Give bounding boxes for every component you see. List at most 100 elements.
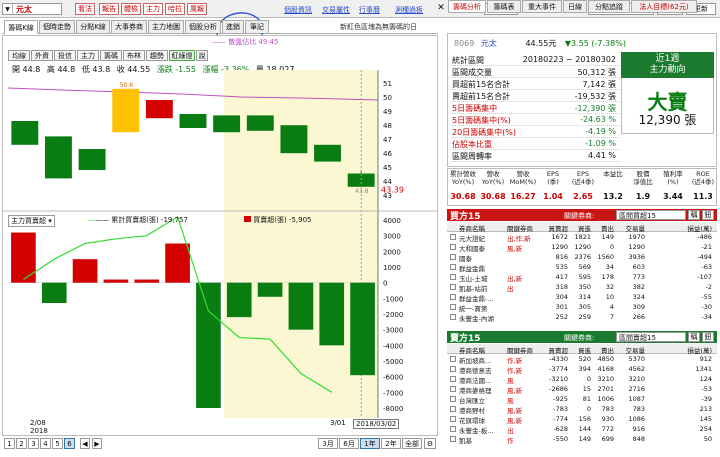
sub-indicator-select[interactable]: 主力買賣超 ▾ [8,215,55,227]
table-row[interactable]: 元大證紀 出,作,新 1672 1821 149 1970 -486 [447,233,717,243]
row-checkbox[interactable] [450,356,456,362]
top-link-0[interactable]: 個股資訊 [284,5,312,15]
right-tab-3[interactable]: 日線 [563,0,587,13]
period-button-2[interactable]: 1年 [360,438,380,449]
chart-tool-3[interactable]: 主力 [77,50,99,61]
candle[interactable] [246,115,274,131]
column-header[interactable]: 券商名稱 [459,223,505,233]
row-checkbox[interactable] [450,274,456,280]
page-button-1[interactable]: 1 [4,438,15,449]
column-header[interactable]: 損益(萬) [652,223,712,233]
column-header[interactable]: 買進 [571,345,591,355]
right-tab-0[interactable]: 籌碼分析 [448,0,486,13]
net-bar[interactable] [134,279,160,283]
zoom-out-icon[interactable]: ▶ [92,438,102,449]
net-bar[interactable] [72,259,98,283]
candle[interactable] [45,136,72,179]
candle[interactable] [78,149,106,170]
row-checkbox[interactable] [450,264,456,270]
top-button-2[interactable]: 體檢 [121,3,141,15]
net-bar[interactable] [319,282,345,346]
zoom-in-icon[interactable]: ◀ [80,438,90,449]
table-row[interactable]: 花旗環球 風,新 -774 156 930 1086 145 [447,415,717,425]
chart-tool-4[interactable]: 籌碼 [100,50,122,61]
column-header[interactable]: 買賣超 [546,223,569,233]
right-tab-4[interactable]: 分點追蹤 [588,0,630,13]
net-bar[interactable] [350,282,375,376]
net-bar[interactable] [41,282,67,304]
top-link-3[interactable]: 測種過板 [395,5,423,15]
candle[interactable] [213,115,241,133]
column-header[interactable]: 損益(萬) [652,345,712,355]
chart-tool-5[interactable]: 布林 [123,50,145,61]
buy-btn-1[interactable]: 稱 [688,210,700,220]
period-button-4[interactable]: 全部 [402,438,422,449]
table-row[interactable]: 大和國泰 風,新 1290 1290 0 1290 -21 [447,243,717,253]
page-button-3[interactable]: 3 [28,438,39,449]
chart-tool-0[interactable]: 均線 [8,50,30,61]
row-checkbox[interactable] [450,436,456,442]
row-checkbox[interactable] [450,254,456,260]
row-checkbox[interactable] [450,386,456,392]
column-header[interactable]: 關鍵券商 [507,345,543,355]
row-checkbox[interactable] [450,396,456,402]
table-row[interactable]: 凱基 作 -550 149 699 848 50 [447,435,717,445]
period-button-3[interactable]: 2年 [381,438,401,449]
net-bar[interactable] [257,282,283,297]
right-tab-1[interactable]: 籌碼表 [487,0,521,13]
chart-tool-1[interactable]: 外資 [31,50,53,61]
candle[interactable] [280,125,308,154]
table-row[interactable]: 港商野村 風,新 -783 0 783 783 213 [447,405,717,415]
candle[interactable] [314,144,341,162]
table-row[interactable]: 台灣匯立 風 -925 81 1006 1087 -39 [447,395,717,405]
row-checkbox[interactable] [450,416,456,422]
stock-title[interactable]: 元太 [481,39,497,48]
left-tab-0[interactable]: 籌碼K線 [4,20,38,34]
candle[interactable] [179,114,207,128]
chart-tool-2[interactable]: 投信 [54,50,76,61]
column-header[interactable]: 券商名稱 [459,345,505,355]
table-row[interactable]: 新加坡商... 作,新 -4330 520 4850 5370 912 [447,355,717,365]
table-row[interactable]: 港商德意志 作,新 -3774 394 4168 4562 1341 [447,365,717,375]
page-button-5[interactable]: 5 [52,438,63,449]
page-button-4[interactable]: 4 [40,438,51,449]
table-row[interactable]: 玉山-土城 出,新 417 595 178 773 -107 [447,273,717,283]
stock-selector[interactable]: ▼ 元太 [2,3,62,15]
column-header[interactable]: 交易量 [617,223,646,233]
candle[interactable] [112,88,140,133]
sell-btn-2[interactable]: 鈕 [702,332,714,342]
chart-tool-6[interactable]: 趨勢 [146,50,168,61]
left-tab-2[interactable]: 分點K線 [76,20,110,33]
chart-tool-7[interactable]: 紅綠燈 [169,50,195,61]
net-bar[interactable] [103,279,129,283]
table-row[interactable]: 永豐金-內湖 252 259 7 266 -34 [447,313,717,323]
top-link-2[interactable]: 行事曆 [359,5,380,15]
column-header[interactable]: 買進 [571,223,591,233]
row-checkbox[interactable] [450,294,456,300]
table-row[interactable]: 群益金鼎-... 304 314 10 324 -55 [447,293,717,303]
net-bar[interactable] [196,282,221,408]
row-checkbox[interactable] [450,314,456,320]
page-button-2[interactable]: 2 [16,438,27,449]
net-bar[interactable] [11,232,36,283]
table-row[interactable]: 凱基-站前 出 318 350 32 382 -2 [447,283,717,293]
candle[interactable] [11,121,39,145]
top-button-4[interactable]: 哈拉 [165,3,185,15]
buy-filter-select[interactable]: 區間買超15 [616,210,686,220]
sell-btn-1[interactable]: 稱 [688,332,700,342]
buy-btn-2[interactable]: 鈕 [702,210,714,220]
column-header[interactable]: 關鍵券商 [507,223,543,233]
table-row[interactable]: 永豐金-板... 出 -628 144 772 916 254 [447,425,717,435]
left-tab-6[interactable]: 進銷 [222,20,244,33]
top-button-1[interactable]: 報告 [99,3,119,15]
row-checkbox[interactable] [450,426,456,432]
left-tab-7[interactable]: 筆記 [245,20,269,33]
row-checkbox[interactable] [450,366,456,372]
table-row[interactable]: 港商麥格理 風,新 -2686 15 2701 2716 -53 [447,385,717,395]
column-header[interactable]: 買賣超 [546,345,569,355]
net-bar[interactable] [288,282,314,330]
sell-filter-select[interactable]: 區間賣超15 [616,332,686,342]
row-checkbox[interactable] [450,284,456,290]
price-chart[interactable]: 51504948474645444343.3950.643.8400030002… [2,70,438,418]
period-button-1[interactable]: 6月 [339,438,359,449]
